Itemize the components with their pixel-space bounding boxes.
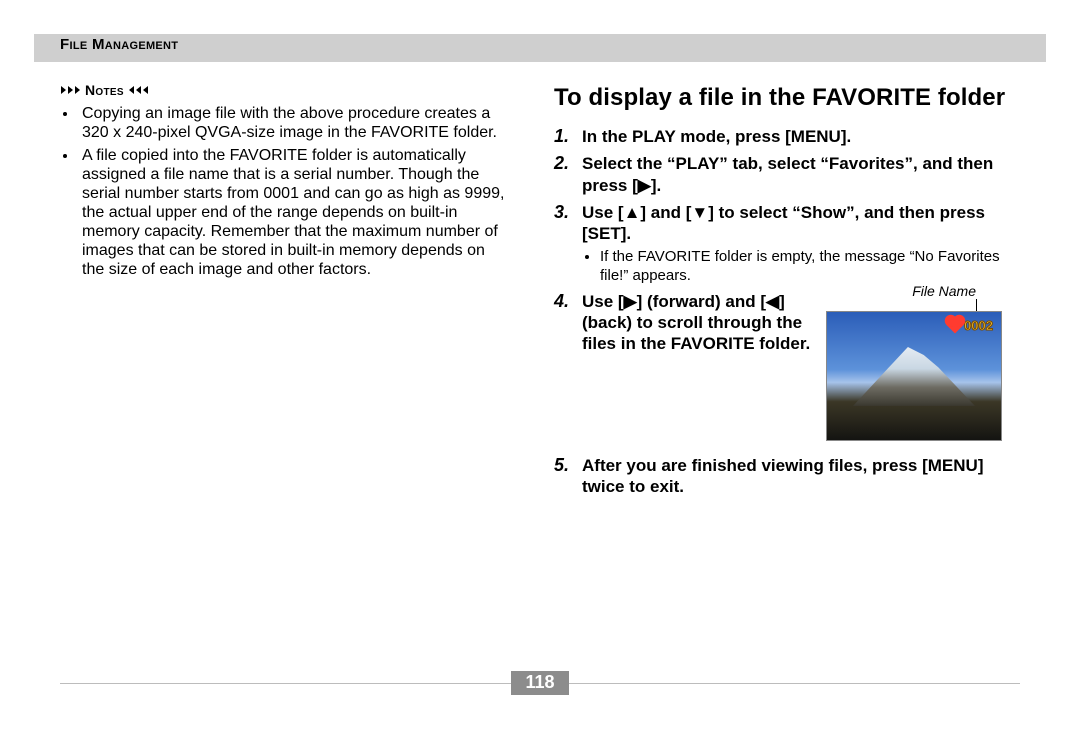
notes-bullets: Copying an image file with the above pro… <box>78 104 510 279</box>
photo-mountain <box>853 344 975 406</box>
step-3: Use [▲] and [▼] to select “Show”, and th… <box>554 202 1026 285</box>
section-header-bar <box>34 34 1046 62</box>
step-4: Use [▶] (forward) and [◀] (back) to scro… <box>554 291 1026 441</box>
step-5: After you are finished viewing files, pr… <box>554 455 1026 498</box>
decor-triangle-left-icon <box>136 86 141 94</box>
step-sub-text: If the FAVORITE folder is empty, the mes… <box>600 248 1026 285</box>
left-column: Notes Copying an image file with the abo… <box>60 82 510 283</box>
section-title: File Management <box>60 36 178 53</box>
step-text: Use [▲] and [▼] to select “Show”, and th… <box>582 202 1026 245</box>
example-screenshot: 0002 <box>826 311 1002 441</box>
example-figure: File Name 0002 <box>826 283 1002 441</box>
note-bullet-1: Copying an image file with the above pro… <box>78 104 510 142</box>
decor-triangle-left-icon <box>143 86 148 94</box>
decor-triangle-right-icon <box>61 86 66 94</box>
right-column: To display a file in the FAVORITE folder… <box>554 84 1026 503</box>
step-sub-bullets: If the FAVORITE folder is empty, the mes… <box>582 248 1026 285</box>
heart-icon <box>947 317 964 334</box>
manual-page: File Management Notes Copying an image f… <box>0 0 1080 730</box>
notes-heading: Notes <box>60 82 510 98</box>
figure-leader-line <box>976 299 977 311</box>
notes-label: Notes <box>85 82 124 98</box>
page-number-wrap: 118 <box>0 671 1080 695</box>
step-2: Select the “PLAY” tab, select “Favorites… <box>554 153 1026 196</box>
file-number-overlay: 0002 <box>964 318 993 333</box>
decor-triangle-left-icon <box>129 86 134 94</box>
step-text: In the PLAY mode, press [MENU]. <box>582 126 1026 147</box>
decor-triangle-right-icon <box>68 86 73 94</box>
procedure-title: To display a file in the FAVORITE folder <box>554 84 1026 112</box>
step-1: In the PLAY mode, press [MENU]. <box>554 126 1026 147</box>
favorite-badge: 0002 <box>949 318 993 333</box>
decor-triangle-right-icon <box>75 86 80 94</box>
note-bullet-2: A file copied into the FAVORITE folder i… <box>78 146 510 279</box>
step-text: Select the “PLAY” tab, select “Favorites… <box>582 153 1026 196</box>
figure-caption: File Name <box>826 283 1002 299</box>
step-text: Use [▶] (forward) and [◀] (back) to scro… <box>582 291 814 355</box>
step-text: After you are finished viewing files, pr… <box>582 455 1026 498</box>
procedure-steps: In the PLAY mode, press [MENU]. Select t… <box>554 126 1026 497</box>
page-number: 118 <box>511 671 568 695</box>
